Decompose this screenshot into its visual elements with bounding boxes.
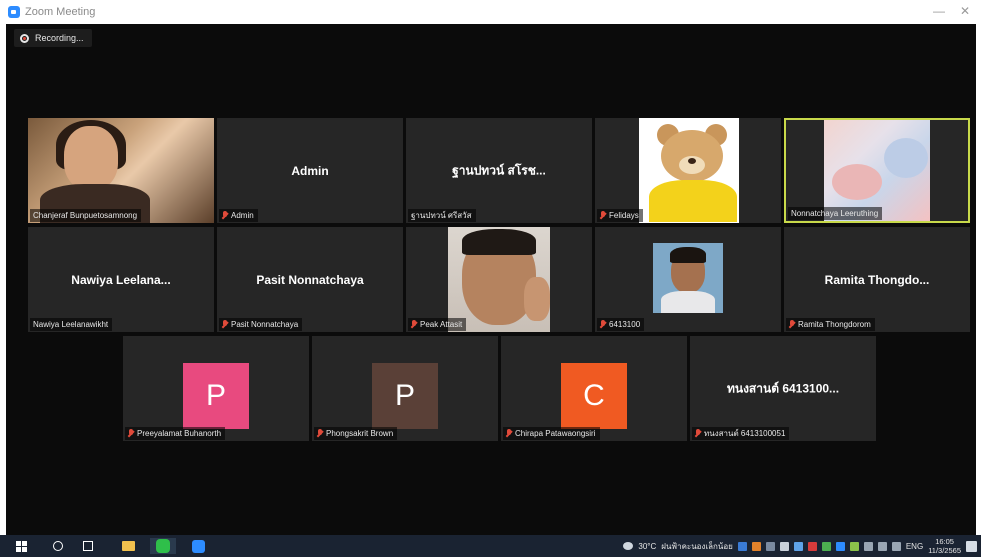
- participant-name-label: Nonnatchaya Leeruthing: [788, 207, 883, 220]
- tray-app-icon[interactable]: [751, 541, 761, 551]
- participant-tile[interactable]: ฐานปทวน์ สโรช... ฐานปทวน์ ศรีสวัส: [406, 118, 592, 223]
- tray-app-icon[interactable]: [765, 541, 775, 551]
- participant-tile[interactable]: C Chirapa Patawaongsiri: [501, 336, 687, 441]
- participant-center-name: ทนงสานต์ 6413100...: [726, 381, 840, 395]
- participant-name-label: Ramita Thongdorom: [786, 318, 875, 331]
- tray-app-icon[interactable]: [737, 541, 747, 551]
- participant-tile[interactable]: Pasit Nonnatchaya Pasit Nonnatchaya: [217, 227, 403, 332]
- meeting-gallery: Recording... Chanjeraf Bunpuetosamnong A…: [6, 24, 976, 535]
- participant-center-name: Admin: [291, 163, 329, 178]
- participant-tile[interactable]: Nawiya Leelana... Nawiya Leelanawikht: [28, 227, 214, 332]
- participant-tile[interactable]: Peak Attasit: [406, 227, 592, 332]
- participant-center-name: Ramita Thongdo...: [824, 272, 930, 287]
- speaker-icon[interactable]: [863, 541, 873, 551]
- recording-indicator[interactable]: Recording...: [14, 29, 92, 47]
- participant-tile[interactable]: P Preeyalamat Buhanorth: [123, 336, 309, 441]
- participant-center-name: Pasit Nonnatchaya: [256, 272, 364, 287]
- minimize-button[interactable]: —: [930, 4, 948, 18]
- participant-video: [653, 243, 723, 313]
- windows-taskbar: 30°C ฝนฟ้าคะนองเล็กน้อย ENG 16:05 11/3/2…: [0, 535, 981, 557]
- mic-muted-icon: [506, 429, 512, 438]
- participant-tile[interactable]: ทนงสานต์ 6413100... ทนงสานต์ 6413100051: [690, 336, 876, 441]
- tray-app-icon[interactable]: [849, 541, 859, 551]
- weather-description[interactable]: ฝนฟ้าคะนองเล็กน้อย: [661, 540, 733, 553]
- participant-name-label: Chanjeraf Bunpuetosamnong: [30, 209, 142, 222]
- network-icon[interactable]: [877, 541, 887, 551]
- participant-name-label: Admin: [219, 209, 258, 222]
- file-explorer-button[interactable]: [120, 538, 136, 554]
- taskbar-clock[interactable]: 16:05 11/3/2565: [928, 537, 961, 555]
- battery-icon[interactable]: [891, 541, 901, 551]
- participant-name-label: Chirapa Patawaongsiri: [503, 427, 600, 440]
- windows-logo-icon: [15, 540, 27, 552]
- participant-tile[interactable]: 6413100: [595, 227, 781, 332]
- window-title: Zoom Meeting: [25, 6, 96, 18]
- participant-tile[interactable]: Admin Admin: [217, 118, 403, 223]
- participant-name-label: 6413100: [597, 318, 645, 331]
- participant-tile[interactable]: Felidays: [595, 118, 781, 223]
- participant-video: [639, 118, 739, 223]
- participant-tile-active-speaker[interactable]: Nonnatchaya Leeruthing: [784, 118, 970, 223]
- tray-app-icon[interactable]: [835, 541, 845, 551]
- participant-tile[interactable]: Ramita Thongdo... Ramita Thongdorom: [784, 227, 970, 332]
- tray-app-icon[interactable]: [807, 541, 817, 551]
- mic-muted-icon: [128, 429, 134, 438]
- task-view-icon: [83, 541, 93, 551]
- participant-name-label: Phongsakrit Brown: [314, 427, 398, 440]
- clock-date: 11/3/2565: [928, 546, 961, 555]
- mic-muted-icon: [222, 211, 228, 220]
- tray-app-icon[interactable]: [821, 541, 831, 551]
- recording-icon: [20, 33, 29, 43]
- mic-muted-icon: [222, 320, 228, 329]
- participant-video: [824, 120, 930, 221]
- participant-video: [448, 227, 550, 332]
- participant-avatar: C: [561, 363, 627, 429]
- mic-muted-icon: [600, 320, 606, 329]
- recording-label: Recording...: [35, 33, 84, 43]
- participant-tile[interactable]: Chanjeraf Bunpuetosamnong: [28, 118, 214, 223]
- participant-center-name: ฐานปทวน์ สโรช...: [452, 163, 546, 177]
- search-button[interactable]: [50, 538, 66, 554]
- folder-icon: [121, 541, 135, 551]
- task-view-button[interactable]: [80, 538, 96, 554]
- tray-app-icon[interactable]: [793, 541, 803, 551]
- chevron-up-icon[interactable]: [779, 541, 789, 551]
- zoom-app-icon: [191, 539, 205, 553]
- participant-name-label: ทนงสานต์ 6413100051: [692, 427, 790, 440]
- participant-avatar: P: [372, 363, 438, 429]
- window-titlebar: Zoom Meeting — ✕: [0, 0, 981, 24]
- close-button[interactable]: ✕: [956, 4, 974, 18]
- participant-video: [28, 118, 214, 223]
- participant-name-label: ฐานปทวน์ ศรีสวัส: [408, 209, 476, 222]
- participant-name-label: Nawiya Leelanawikht: [30, 318, 113, 331]
- mic-muted-icon: [600, 211, 606, 220]
- notification-icon[interactable]: [966, 540, 977, 552]
- participant-tile[interactable]: P Phongsakrit Brown: [312, 336, 498, 441]
- line-app-button[interactable]: [150, 538, 176, 554]
- clock-time: 16:05: [935, 537, 954, 546]
- mic-muted-icon: [789, 320, 795, 329]
- participant-name-label: Pasit Nonnatchaya: [219, 318, 303, 331]
- participant-center-name: Nawiya Leelana...: [71, 272, 171, 287]
- participant-avatar: P: [183, 363, 249, 429]
- mic-muted-icon: [695, 429, 701, 438]
- participant-name-label: Peak Attasit: [408, 318, 467, 331]
- mic-muted-icon: [411, 320, 417, 329]
- mic-muted-icon: [317, 429, 323, 438]
- line-app-icon: [156, 539, 170, 553]
- weather-temperature[interactable]: 30°C: [638, 542, 656, 551]
- zoom-app-button[interactable]: [190, 538, 206, 554]
- system-tray: 30°C ฝนฟ้าคะนองเล็กน้อย ENG 16:05 11/3/2…: [623, 537, 977, 555]
- zoom-logo-icon: [8, 6, 20, 18]
- language-indicator[interactable]: ENG: [906, 542, 923, 551]
- weather-cloud-icon: [623, 542, 634, 550]
- start-button[interactable]: [13, 538, 29, 554]
- search-circle-icon: [53, 541, 63, 551]
- participant-name-label: Preeyalamat Buhanorth: [125, 427, 226, 440]
- participant-name-label: Felidays: [597, 209, 643, 222]
